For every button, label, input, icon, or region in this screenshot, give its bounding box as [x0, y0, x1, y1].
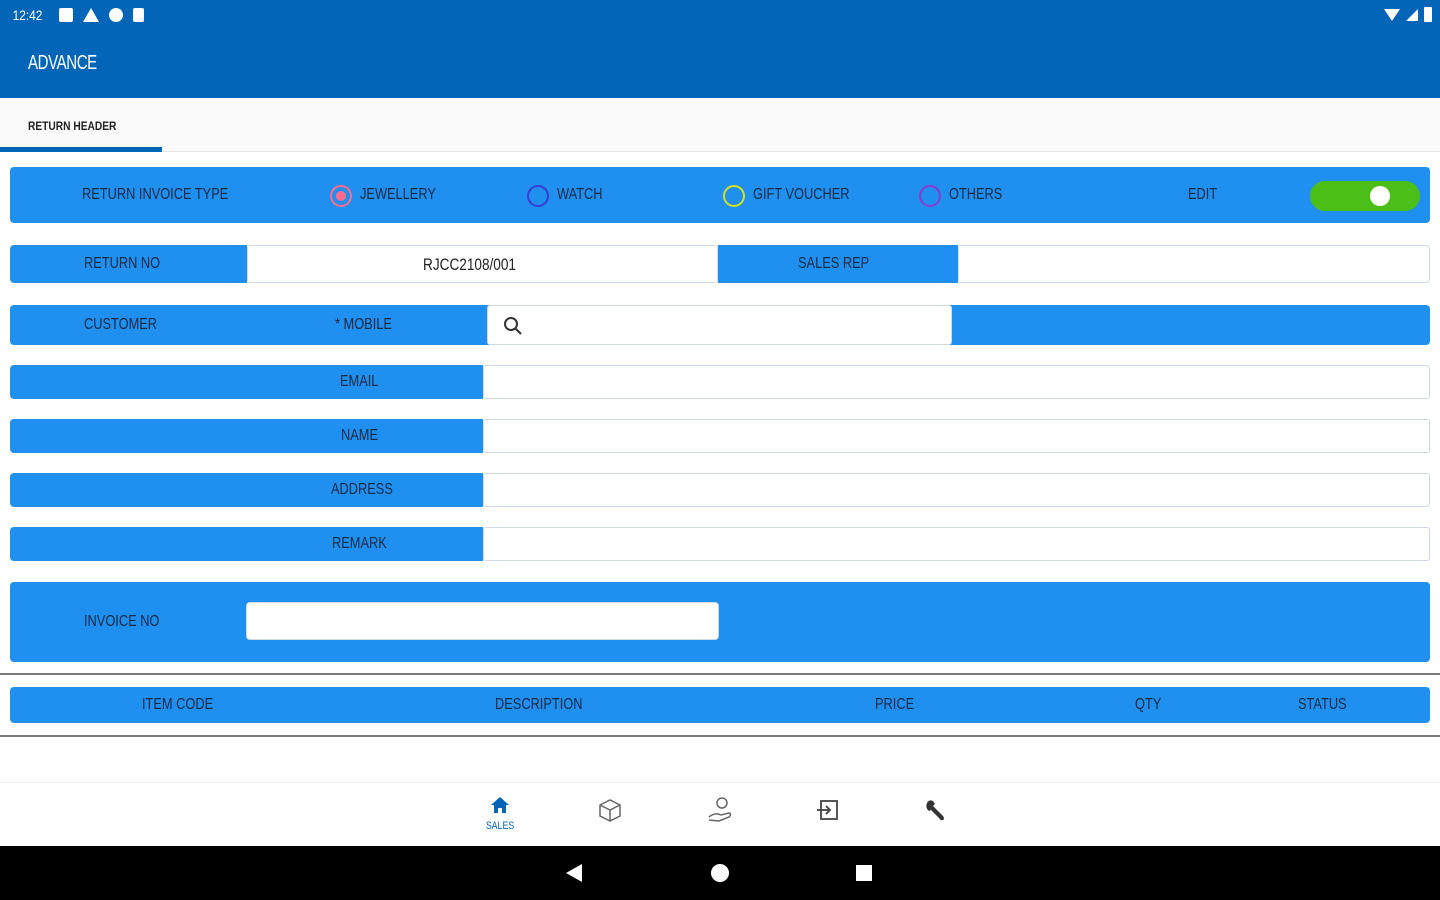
- column-header-qty: QTY: [1135, 696, 1162, 713]
- invoice-type-row: RETURN INVOICE TYPE JEWELLERY WATCH GIFT…: [10, 167, 1430, 223]
- home-button-icon[interactable]: [711, 864, 729, 882]
- home-icon: [491, 797, 509, 813]
- column-header-status: STATUS: [1298, 696, 1347, 713]
- wifi-icon: [1384, 8, 1400, 21]
- customer-label: CUSTOMER: [84, 316, 158, 333]
- signal-icon: [1406, 8, 1418, 21]
- app-icon: [109, 8, 124, 22]
- radio-watch[interactable]: WATCH: [527, 183, 677, 209]
- customer-row: CUSTOMER * MOBILE: [10, 305, 1430, 345]
- radio-others[interactable]: OTHERS: [919, 183, 1069, 209]
- email-label-box: EMAIL: [10, 365, 483, 399]
- column-header-price: PRICE: [875, 696, 915, 713]
- return-no-label: RETURN NO: [84, 255, 161, 272]
- tab-label: RETURN HEADER: [28, 119, 117, 133]
- return-no-field[interactable]: RJCC2108/001: [247, 245, 718, 283]
- status-time: 12:42: [12, 7, 43, 23]
- radio-label: WATCH: [557, 186, 603, 203]
- back-icon[interactable]: [566, 864, 582, 882]
- radio-jewellery[interactable]: JEWELLERY: [330, 183, 480, 209]
- nav-item-settings[interactable]: [916, 795, 956, 839]
- nav-item-sales[interactable]: SALES: [480, 795, 520, 839]
- divider: [0, 673, 1440, 675]
- edit-toggle[interactable]: [1310, 181, 1420, 211]
- app-title: ADVANCE: [28, 52, 97, 74]
- remark-field[interactable]: [483, 527, 1430, 561]
- remark-label-box: REMARK: [10, 527, 483, 561]
- name-field[interactable]: [483, 419, 1430, 453]
- sales-rep-label: SALES REP: [798, 255, 870, 272]
- column-header-item-code: ITEM CODE: [142, 696, 214, 713]
- invoice-no-row: INVOICE NO: [10, 582, 1430, 662]
- email-field[interactable]: [483, 365, 1430, 399]
- wrench-icon: [926, 800, 944, 821]
- recents-icon[interactable]: [856, 865, 872, 881]
- radio-button: [919, 185, 941, 207]
- box-icon: [599, 799, 621, 822]
- toggle-knob: [1370, 186, 1390, 206]
- address-field[interactable]: [483, 473, 1430, 507]
- battery-icon: [1424, 7, 1432, 22]
- user-hand-icon: [708, 797, 732, 822]
- return-no-label-box: RETURN NO: [10, 245, 247, 283]
- logout-icon: [817, 800, 838, 820]
- email-label: EMAIL: [340, 373, 379, 390]
- nav-item-customer[interactable]: [700, 795, 740, 839]
- tab-bar: RETURN HEADER: [0, 98, 1440, 152]
- email-row: EMAIL: [10, 365, 1430, 399]
- sales-rep-label-box: SALES REP: [718, 245, 958, 283]
- name-row: NAME: [10, 419, 1430, 453]
- invoice-no-label: INVOICE NO: [84, 613, 160, 630]
- remark-row: REMARK: [10, 527, 1430, 561]
- nav-label-sales: SALES: [485, 820, 515, 832]
- warning-icon: [83, 8, 100, 22]
- sales-rep-field[interactable]: [958, 245, 1430, 283]
- notification-icon: [59, 8, 74, 22]
- app-bar: ADVANCE: [0, 30, 1440, 98]
- address-label: ADDRESS: [331, 481, 393, 498]
- address-row: ADDRESS: [10, 473, 1430, 507]
- system-nav-bar: [0, 846, 1440, 900]
- tab-indicator: [0, 147, 162, 152]
- address-label-box: ADDRESS: [10, 473, 483, 507]
- divider: [0, 735, 1440, 737]
- radio-button: [330, 185, 352, 207]
- radio-label: GIFT VOUCHER: [753, 186, 850, 203]
- nav-item-box[interactable]: [590, 795, 630, 839]
- mobile-label: * MOBILE: [335, 316, 392, 333]
- radio-label: OTHERS: [949, 186, 1003, 203]
- edit-label: EDIT: [1188, 186, 1218, 203]
- radio-label: JEWELLERY: [360, 186, 436, 203]
- search-icon: [504, 317, 522, 335]
- name-label: NAME: [341, 427, 378, 444]
- remark-label: REMARK: [332, 535, 387, 552]
- sd-card-icon: [133, 8, 145, 22]
- column-header-description: DESCRIPTION: [495, 696, 583, 713]
- invoice-type-label: RETURN INVOICE TYPE: [82, 186, 229, 203]
- radio-gift-voucher[interactable]: GIFT VOUCHER: [723, 183, 893, 209]
- return-no-value: RJCC2108/001: [423, 255, 516, 274]
- items-table-header: ITEM CODE DESCRIPTION PRICE QTY STATUS: [10, 687, 1430, 723]
- radio-button: [723, 185, 745, 207]
- status-bar: 12:42: [0, 0, 1440, 30]
- radio-button: [527, 185, 549, 207]
- nav-item-logout[interactable]: [808, 795, 848, 839]
- name-label-box: NAME: [10, 419, 483, 453]
- return-no-row: RETURN NO RJCC2108/001 SALES REP: [10, 245, 1430, 283]
- tab-return-header[interactable]: RETURN HEADER: [0, 98, 162, 152]
- bottom-navigation: SALES: [0, 782, 1440, 846]
- invoice-no-field[interactable]: [246, 602, 719, 640]
- mobile-search-field[interactable]: [487, 305, 952, 345]
